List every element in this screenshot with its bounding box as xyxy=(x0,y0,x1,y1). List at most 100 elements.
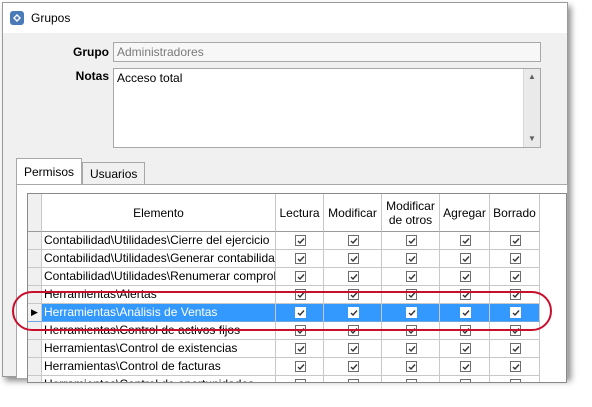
notas-scrollbar[interactable]: ▲ ▼ xyxy=(523,69,540,147)
row-indicator[interactable] xyxy=(28,232,42,250)
elemento-cell[interactable]: Contabilidad\Utilidades\Generar contabil… xyxy=(42,250,276,268)
modificar-checkbox[interactable] xyxy=(348,361,359,372)
borrado-checkbox[interactable] xyxy=(510,307,521,318)
row-indicator[interactable] xyxy=(28,340,42,358)
agregar-checkbox[interactable] xyxy=(460,343,471,354)
table-row[interactable]: ▶ Herramientas\Análisis de Ventas xyxy=(28,304,566,322)
modificar-cell xyxy=(324,376,382,382)
col-modificar-otros-header[interactable]: Modificar de otros xyxy=(382,194,440,232)
modificar-checkbox[interactable] xyxy=(348,343,359,354)
agregar-cell xyxy=(440,340,490,358)
modificar-otros-cell xyxy=(382,340,440,358)
grupo-field[interactable]: Administradores xyxy=(113,42,541,62)
borrado-cell xyxy=(490,358,540,376)
modificar-checkbox[interactable] xyxy=(348,307,359,318)
row-indicator[interactable] xyxy=(28,358,42,376)
modificar-checkbox[interactable] xyxy=(348,379,359,382)
table-row[interactable]: Contabilidad\Utilidades\Renumerar compro… xyxy=(28,268,566,286)
row-indicator[interactable] xyxy=(28,286,42,304)
modificar-checkbox[interactable] xyxy=(348,253,359,264)
modificar-otros-checkbox[interactable] xyxy=(406,289,417,300)
modificar-otros-checkbox[interactable] xyxy=(406,271,417,282)
lectura-checkbox[interactable] xyxy=(295,307,306,318)
lectura-checkbox[interactable] xyxy=(295,325,306,336)
agregar-checkbox[interactable] xyxy=(460,289,471,300)
tab-usuarios[interactable]: Usuarios xyxy=(82,162,146,186)
agregar-checkbox[interactable] xyxy=(460,307,471,318)
col-agregar-header[interactable]: Agregar xyxy=(440,194,490,232)
row-indicator[interactable] xyxy=(28,376,42,382)
scroll-up-icon[interactable]: ▲ xyxy=(524,69,540,85)
modificar-otros-cell xyxy=(382,250,440,268)
row-indicator[interactable]: ▶ xyxy=(28,304,42,322)
borrado-cell xyxy=(490,286,540,304)
borrado-checkbox[interactable] xyxy=(510,361,521,372)
borrado-checkbox[interactable] xyxy=(510,343,521,354)
row-indicator[interactable] xyxy=(28,268,42,286)
lectura-checkbox[interactable] xyxy=(295,361,306,372)
elemento-cell[interactable]: Herramientas\Control de existencias xyxy=(42,340,276,358)
elemento-cell[interactable]: Herramientas\Control de facturas xyxy=(42,358,276,376)
col-lectura-header[interactable]: Lectura xyxy=(276,194,324,232)
permissions-grid: Elemento Lectura Modificar Modificar de … xyxy=(27,193,567,383)
agregar-checkbox[interactable] xyxy=(460,253,471,264)
lectura-checkbox[interactable] xyxy=(295,343,306,354)
elemento-cell[interactable]: Herramientas\Control de oportunidades xyxy=(42,376,276,382)
borrado-cell xyxy=(490,322,540,340)
modificar-checkbox[interactable] xyxy=(348,289,359,300)
table-row[interactable]: Contabilidad\Utilidades\Cierre del ejerc… xyxy=(28,232,566,250)
col-elemento-header[interactable]: Elemento xyxy=(42,194,276,232)
modificar-otros-checkbox[interactable] xyxy=(406,379,417,382)
elemento-cell[interactable]: Herramientas\Análisis de Ventas xyxy=(42,304,276,322)
borrado-checkbox[interactable] xyxy=(510,379,521,382)
notas-textarea[interactable]: Acceso total ▲ ▼ xyxy=(113,68,541,148)
modificar-otros-checkbox[interactable] xyxy=(406,361,417,372)
borrado-checkbox[interactable] xyxy=(510,235,521,246)
modificar-cell xyxy=(324,340,382,358)
borrado-checkbox[interactable] xyxy=(510,289,521,300)
agregar-checkbox[interactable] xyxy=(460,379,471,382)
lectura-checkbox[interactable] xyxy=(295,289,306,300)
modificar-otros-checkbox[interactable] xyxy=(406,307,417,318)
elemento-cell[interactable]: Contabilidad\Utilidades\Renumerar compro… xyxy=(42,268,276,286)
tab-permisos[interactable]: Permisos xyxy=(16,158,83,184)
lectura-checkbox[interactable] xyxy=(295,253,306,264)
table-row[interactable]: Herramientas\Control de oportunidades xyxy=(28,376,566,382)
scroll-down-icon[interactable]: ▼ xyxy=(524,131,540,147)
borrado-cell xyxy=(490,376,540,382)
modificar-otros-checkbox[interactable] xyxy=(406,325,417,336)
row-indicator[interactable] xyxy=(28,322,42,340)
lectura-checkbox[interactable] xyxy=(295,271,306,282)
elemento-cell[interactable]: Herramientas\Control de activos fijos xyxy=(42,322,276,340)
agregar-checkbox[interactable] xyxy=(460,361,471,372)
modificar-checkbox[interactable] xyxy=(348,271,359,282)
modificar-otros-cell xyxy=(382,358,440,376)
borrado-checkbox[interactable] xyxy=(510,325,521,336)
elemento-cell[interactable]: Herramientas\Alertas xyxy=(42,286,276,304)
col-borrado-header[interactable]: Borrado xyxy=(490,194,540,232)
modificar-checkbox[interactable] xyxy=(348,235,359,246)
modificar-otros-checkbox[interactable] xyxy=(406,343,417,354)
elemento-cell[interactable]: Contabilidad\Utilidades\Cierre del ejerc… xyxy=(42,232,276,250)
agregar-checkbox[interactable] xyxy=(460,235,471,246)
title-bar: Grupos xyxy=(3,3,567,33)
modificar-otros-checkbox[interactable] xyxy=(406,235,417,246)
borrado-checkbox[interactable] xyxy=(510,253,521,264)
modificar-checkbox[interactable] xyxy=(348,325,359,336)
table-row[interactable]: Herramientas\Control de activos fijos xyxy=(28,322,566,340)
table-row[interactable]: Contabilidad\Utilidades\Generar contabil… xyxy=(28,250,566,268)
lectura-checkbox[interactable] xyxy=(295,235,306,246)
lectura-checkbox[interactable] xyxy=(295,379,306,382)
table-row[interactable]: Herramientas\Control de existencias xyxy=(28,340,566,358)
modificar-otros-checkbox[interactable] xyxy=(406,253,417,264)
table-row[interactable]: Herramientas\Control de facturas xyxy=(28,358,566,376)
borrado-cell xyxy=(490,340,540,358)
agregar-checkbox[interactable] xyxy=(460,325,471,336)
col-modificar-header[interactable]: Modificar xyxy=(324,194,382,232)
row-indicator[interactable] xyxy=(28,250,42,268)
agregar-checkbox[interactable] xyxy=(460,271,471,282)
borrado-checkbox[interactable] xyxy=(510,271,521,282)
table-row[interactable]: Herramientas\Alertas xyxy=(28,286,566,304)
agregar-cell xyxy=(440,232,490,250)
modificar-cell xyxy=(324,358,382,376)
